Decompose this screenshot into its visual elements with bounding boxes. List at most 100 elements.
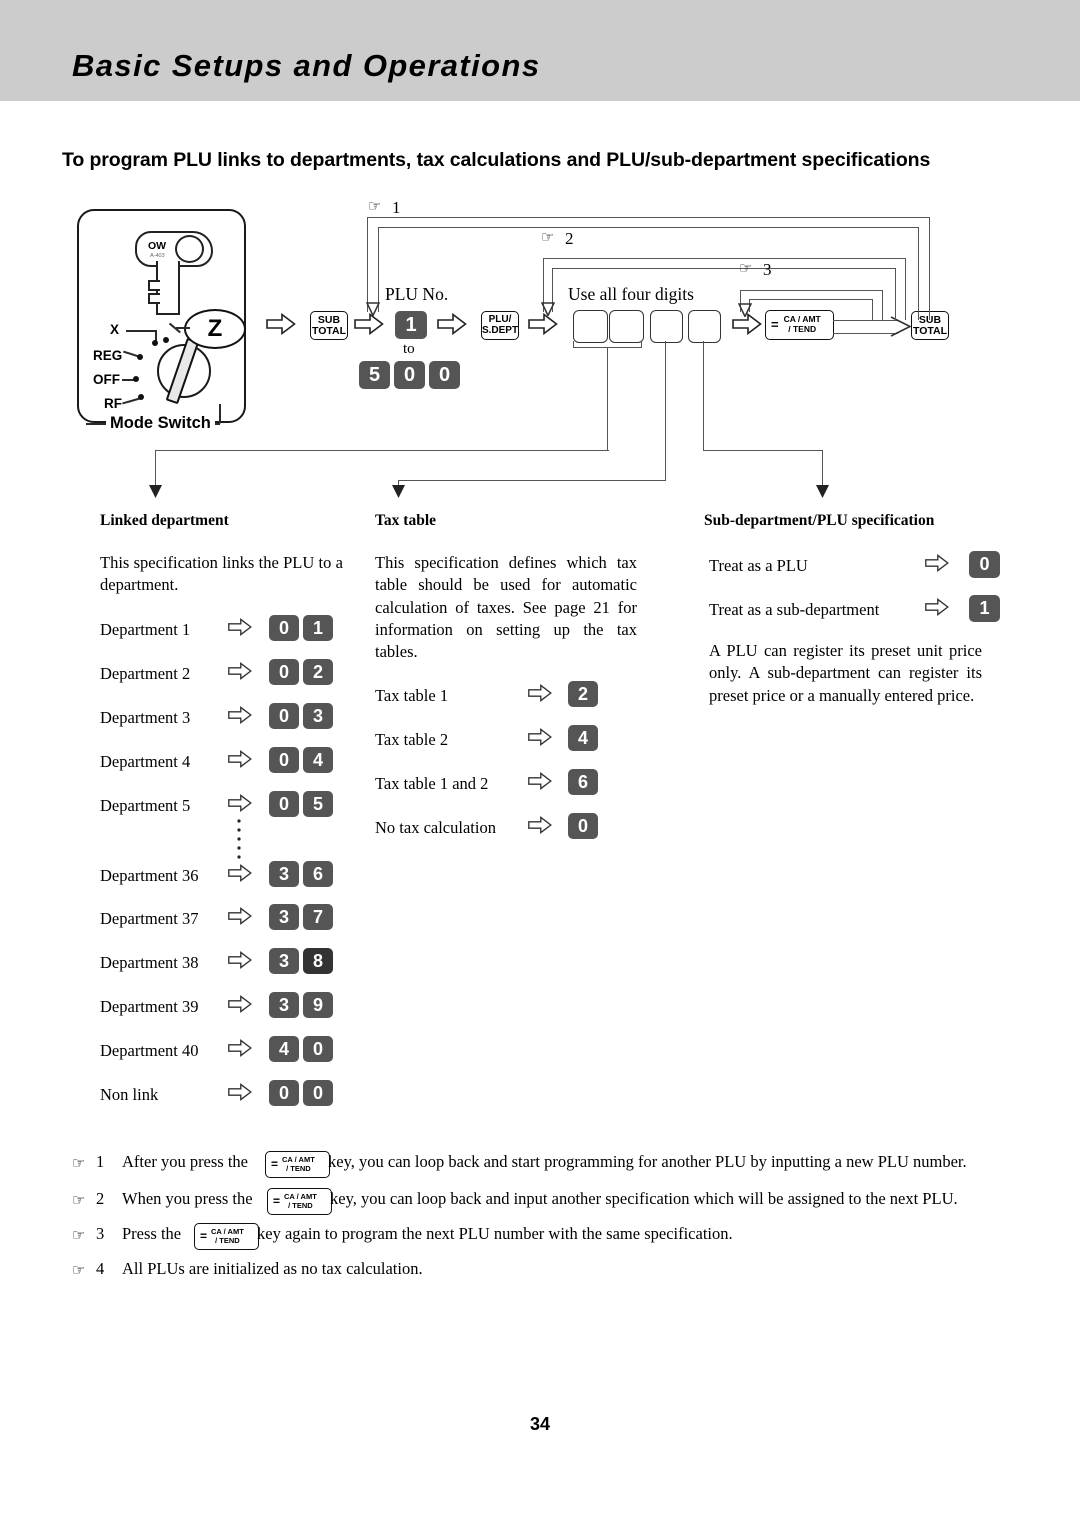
loopback-line-2b [895,268,897,320]
four-digits-label: Use all four digits [568,284,694,304]
column-heading-linked-department: Linked department [100,512,229,529]
footnote-number: 1 [96,1152,105,1171]
plu-range-end-key-digit-3[interactable]: 0 [429,361,460,389]
row-arrow-icon [528,816,552,834]
footnote-text-before: When you press the [122,1189,253,1208]
row-arrow-icon [228,864,252,882]
footnote-ca-amt-key[interactable]: = CA / AMT / TEND [194,1223,259,1250]
ca-amt-equals: = [771,317,779,333]
tax-table-code-digit[interactable]: 4 [568,725,598,751]
key-ring-hole-icon [175,235,204,263]
digit-input-box-2[interactable] [609,310,644,343]
plu-range-end-key-digit-2[interactable]: 0 [394,361,425,389]
digit-pair-bracket [641,341,643,348]
sub-dept-code-digit[interactable]: 0 [969,551,1000,578]
linked-dept-row-label: Non link [100,1085,159,1104]
bracket-line [219,404,221,424]
tax-table-row-label: Tax table 1 [375,686,449,705]
linked-dept-code-digit[interactable]: 3 [269,904,299,930]
loopback-line-1b [378,227,919,229]
linked-dept-code-digit[interactable]: 0 [269,1080,299,1106]
plu-range-start-key[interactable]: 1 [395,311,427,339]
row-arrow-icon [228,1083,252,1101]
footnote-number: 4 [96,1259,105,1278]
bracket-line [86,423,108,425]
mode-label-rf: RF [104,396,122,411]
key-notch-icon [148,280,160,291]
footnote-hand-icon: ☞ [72,1154,86,1172]
loopback-line-2 [905,258,907,320]
footnote-text-after: key again to program the next PLU number… [257,1224,733,1243]
sub-dept-row-label: Treat as a sub-department [709,600,880,619]
footnote-ca-amt-key[interactable]: = CA / AMT / TEND [265,1151,330,1178]
linked-dept-code-digit[interactable]: 0 [269,659,299,685]
note-marker-3: 3 [763,260,772,279]
plu-range-end-key-digit-1[interactable]: 5 [359,361,390,389]
sub-department-paragraph: A PLU can register its preset unit price… [709,641,982,705]
leader-line [126,330,156,332]
linked-dept-code-digit[interactable]: 4 [269,1036,299,1062]
linked-dept-row-label: Department 39 [100,997,199,1016]
mode-switch-label: Mode Switch [106,414,215,433]
linked-dept-code-digit[interactable]: 0 [269,703,299,729]
linked-dept-code-digit[interactable]: 0 [269,791,299,817]
plu-sdept-key-line1: PLU/ [488,314,512,326]
row-arrow-icon [228,995,252,1013]
plu-sdept-key[interactable]: PLU/ S.DEPT [481,311,519,340]
tax-table-code-digit[interactable]: 0 [568,813,598,839]
linked-dept-code-digit[interactable]: 8 [303,948,333,974]
linked-dept-row-label: Department 4 [100,752,191,771]
row-arrow-icon [228,951,252,969]
tax-table-code-digit[interactable]: 6 [568,769,598,795]
loopback-line-2 [543,258,906,260]
linked-dept-code-digit[interactable]: 9 [303,992,333,1018]
mode-selected-z: Z [184,309,246,349]
ca-amt-tend-key[interactable]: = CA / AMT / TEND [765,310,834,340]
linked-dept-row-label: Department 37 [100,909,199,928]
linked-dept-code-digit[interactable]: 3 [269,992,299,1018]
flow-arrow-icon [528,313,558,335]
footnote-ca-amt-key[interactable]: = CA / AMT / TEND [267,1188,332,1215]
linked-dept-code-digit[interactable]: 3 [303,703,333,729]
sub-total-key[interactable]: SUB TOTAL [310,311,348,340]
linked-dept-code-digit[interactable]: 1 [303,615,333,641]
connector-line-tax-table [398,480,666,482]
linked-dept-code-digit[interactable]: 7 [303,904,333,930]
linked-dept-code-digit[interactable]: 3 [269,948,299,974]
dial-dot [137,354,143,360]
loopback-line-1 [367,217,930,219]
linked-dept-row-label: Department 3 [100,708,191,727]
loopback-line-2b [552,268,896,270]
section-heading: To program PLU links to departments, tax… [62,149,931,171]
digit-input-box-3[interactable] [650,310,683,343]
linked-dept-code-digit[interactable]: 3 [269,861,299,887]
connector-line-sub-dept [703,450,823,452]
mode-label-x: X [110,322,120,337]
digit-input-box-4[interactable] [688,310,721,343]
linked-dept-code-digit[interactable]: 6 [303,861,333,887]
row-arrow-icon [528,728,552,746]
key-ow-label: OW [148,240,167,252]
tax-table-code-digit[interactable]: 2 [568,681,598,707]
ca-amt-equals: = [273,1194,281,1209]
loopback-line-3b [872,299,874,320]
linked-dept-code-digit[interactable]: 5 [303,791,333,817]
digit-pair-bracket [573,341,575,348]
row-arrow-icon [528,772,552,790]
sub-dept-row-label: Treat as a PLU [709,556,808,575]
loopback-line-3b [749,299,873,301]
linked-dept-code-digit[interactable]: 0 [303,1036,333,1062]
linked-dept-code-digit[interactable]: 0 [269,615,299,641]
footnote-number: 2 [96,1189,105,1208]
sub-total-key-line1: SUB [317,313,341,326]
ca-amt-equals: = [271,1157,279,1172]
page-number: 34 [529,1414,551,1434]
linked-dept-code-digit[interactable]: 4 [303,747,333,773]
digit-input-box-1[interactable] [573,310,608,343]
sub-total-end-line2: TOTAL [912,324,948,337]
sub-dept-code-digit[interactable]: 1 [969,595,1000,622]
flow-arrow-icon [437,313,467,335]
linked-dept-code-digit[interactable]: 2 [303,659,333,685]
linked-dept-code-digit[interactable]: 0 [269,747,299,773]
linked-dept-code-digit[interactable]: 0 [303,1080,333,1106]
